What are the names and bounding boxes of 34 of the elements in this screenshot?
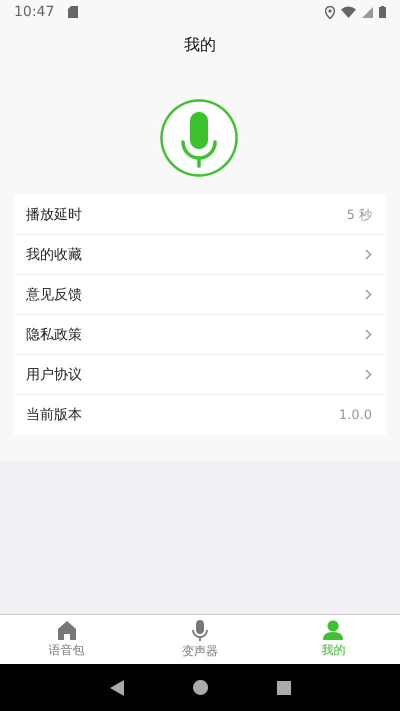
settings-item[interactable]: 当前版本 1.0.0 bbox=[14, 395, 386, 435]
settings-label: 播放延时 bbox=[26, 206, 82, 224]
settings-label: 当前版本 bbox=[26, 406, 82, 424]
microphone-logo-icon bbox=[160, 99, 238, 177]
home-icon bbox=[56, 620, 77, 640]
settings-item[interactable]: 我的收藏 bbox=[14, 235, 386, 275]
settings-label: 我的收藏 bbox=[26, 246, 82, 264]
settings-item[interactable]: 意见反馈 bbox=[14, 275, 386, 315]
settings-value: 1.0.0 bbox=[338, 408, 372, 422]
settings-item[interactable]: 播放延时 5 秒 bbox=[14, 195, 386, 235]
home-button-icon[interactable] bbox=[192, 680, 208, 695]
microphone-icon bbox=[192, 620, 208, 640]
location-icon bbox=[325, 6, 335, 18]
settings-label: 隐私政策 bbox=[26, 326, 82, 344]
settings-label: 用户协议 bbox=[26, 366, 82, 384]
chevron-right-icon bbox=[365, 329, 372, 340]
page-title: 我的 bbox=[184, 34, 216, 56]
chevron-right-icon bbox=[365, 289, 372, 300]
settings-item[interactable]: 用户协议 bbox=[14, 355, 386, 395]
tab-item[interactable]: 语音包 bbox=[0, 615, 134, 664]
signal-icon bbox=[362, 6, 373, 18]
chevron-right-icon bbox=[365, 369, 372, 380]
tab-item[interactable]: 变声器 bbox=[133, 615, 267, 664]
sd-card-icon bbox=[68, 6, 78, 18]
battery-icon bbox=[379, 6, 386, 18]
chevron-right-icon bbox=[365, 249, 372, 260]
status-time: 10:47 bbox=[14, 4, 54, 20]
recents-icon[interactable] bbox=[276, 680, 290, 694]
person-icon bbox=[323, 620, 344, 640]
back-icon[interactable] bbox=[110, 680, 124, 696]
wifi-icon bbox=[341, 6, 356, 18]
settings-value: 5 秒 bbox=[346, 206, 372, 224]
settings-item[interactable]: 隐私政策 bbox=[14, 315, 386, 355]
settings-label: 意见反馈 bbox=[26, 286, 82, 304]
